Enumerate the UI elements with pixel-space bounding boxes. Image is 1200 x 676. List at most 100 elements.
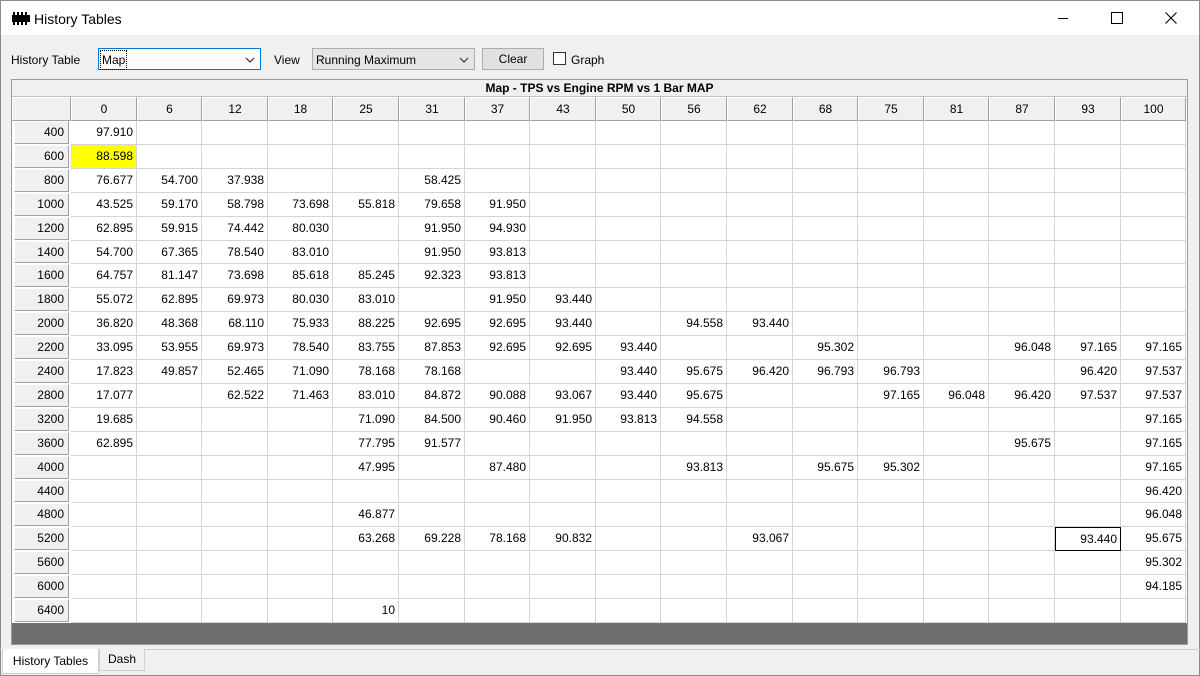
table-cell[interactable]: 95.302 <box>793 336 858 360</box>
table-cell[interactable]: 97.165 <box>1121 432 1186 456</box>
table-cell[interactable] <box>989 217 1055 241</box>
table-cell[interactable] <box>333 575 399 599</box>
table-cell[interactable] <box>530 217 596 241</box>
row-header[interactable]: 400 <box>14 121 69 144</box>
table-cell[interactable] <box>465 145 530 169</box>
table-cell[interactable]: 94.558 <box>661 312 727 336</box>
table-cell[interactable]: 71.090 <box>268 360 333 384</box>
table-cell[interactable] <box>1055 241 1121 264</box>
table-cell[interactable]: 78.540 <box>268 336 333 360</box>
table-cell[interactable] <box>530 145 596 169</box>
table-cell[interactable]: 92.695 <box>465 336 530 360</box>
column-header[interactable]: 25 <box>333 97 399 121</box>
table-cell[interactable] <box>924 336 989 360</box>
table-cell[interactable]: 91.950 <box>530 408 596 432</box>
table-cell[interactable] <box>596 599 661 623</box>
table-cell[interactable] <box>530 264 596 288</box>
table-cell[interactable]: 69.228 <box>399 527 465 551</box>
table-cell[interactable]: 78.168 <box>465 527 530 551</box>
table-cell[interactable] <box>924 312 989 336</box>
table-cell[interactable] <box>465 551 530 575</box>
table-cell[interactable] <box>202 599 268 623</box>
table-cell[interactable] <box>530 121 596 145</box>
table-cell[interactable]: 97.910 <box>71 121 137 145</box>
table-cell[interactable] <box>202 551 268 575</box>
table-cell[interactable]: 91.950 <box>399 217 465 241</box>
table-cell[interactable]: 58.798 <box>202 193 268 217</box>
table-cell[interactable] <box>727 480 793 503</box>
table-cell[interactable]: 55.818 <box>333 193 399 217</box>
table-cell[interactable]: 96.048 <box>989 336 1055 360</box>
table-cell[interactable] <box>793 264 858 288</box>
table-cell[interactable] <box>202 456 268 480</box>
column-header[interactable]: 6 <box>137 97 202 121</box>
table-cell[interactable] <box>596 288 661 312</box>
table-cell[interactable]: 62.895 <box>137 288 202 312</box>
table-cell[interactable] <box>924 456 989 480</box>
table-cell[interactable]: 77.795 <box>333 432 399 456</box>
table-cell[interactable]: 59.915 <box>137 217 202 241</box>
table-cell[interactable] <box>793 384 858 408</box>
table-cell[interactable]: 87.480 <box>465 456 530 480</box>
table-cell[interactable]: 94.185 <box>1121 575 1186 599</box>
table-cell[interactable] <box>924 408 989 432</box>
table-cell[interactable] <box>530 193 596 217</box>
table-cell[interactable] <box>333 121 399 145</box>
table-cell[interactable] <box>268 456 333 480</box>
table-cell[interactable] <box>268 169 333 193</box>
table-cell[interactable] <box>858 145 924 169</box>
table-cell[interactable] <box>727 169 793 193</box>
table-cell[interactable]: 90.460 <box>465 408 530 432</box>
table-cell[interactable] <box>202 527 268 551</box>
table-cell[interactable]: 69.973 <box>202 336 268 360</box>
table-cell[interactable] <box>793 288 858 312</box>
table-cell[interactable]: 97.537 <box>1121 360 1186 384</box>
table-cell[interactable] <box>202 145 268 169</box>
table-cell[interactable] <box>268 432 333 456</box>
table-cell[interactable] <box>530 480 596 503</box>
minimize-button[interactable] <box>1036 1 1090 35</box>
table-cell[interactable] <box>793 527 858 551</box>
table-cell[interactable]: 95.675 <box>661 384 727 408</box>
table-cell[interactable] <box>989 121 1055 145</box>
table-cell[interactable] <box>661 121 727 145</box>
table-cell[interactable] <box>858 527 924 551</box>
table-cell[interactable] <box>924 527 989 551</box>
column-header[interactable]: 87 <box>989 97 1055 121</box>
row-header[interactable]: 800 <box>14 169 69 192</box>
table-cell[interactable]: 96.793 <box>858 360 924 384</box>
table-cell[interactable] <box>1055 312 1121 336</box>
table-cell[interactable]: 58.425 <box>399 169 465 193</box>
table-cell[interactable]: 97.165 <box>1121 336 1186 360</box>
table-cell[interactable]: 19.685 <box>71 408 137 432</box>
table-cell[interactable] <box>727 193 793 217</box>
table-cell[interactable] <box>661 575 727 599</box>
table-cell[interactable] <box>989 456 1055 480</box>
table-cell[interactable]: 71.463 <box>268 384 333 408</box>
table-cell[interactable] <box>399 456 465 480</box>
table-cell[interactable] <box>924 575 989 599</box>
table-cell[interactable] <box>1055 288 1121 312</box>
table-cell[interactable]: 92.695 <box>399 312 465 336</box>
table-cell[interactable]: 96.420 <box>989 384 1055 408</box>
row-header[interactable]: 1400 <box>14 241 69 263</box>
table-cell[interactable] <box>268 145 333 169</box>
table-cell[interactable] <box>924 264 989 288</box>
tab-history-tables[interactable]: History Tables <box>2 649 99 674</box>
table-cell[interactable] <box>333 169 399 193</box>
table-cell[interactable] <box>1055 264 1121 288</box>
table-cell[interactable] <box>465 599 530 623</box>
table-cell[interactable]: 95.675 <box>1121 527 1186 551</box>
table-cell[interactable] <box>661 503 727 527</box>
table-cell[interactable]: 79.658 <box>399 193 465 217</box>
table-cell[interactable] <box>1055 551 1121 575</box>
table-cell[interactable]: 95.675 <box>793 456 858 480</box>
table-cell[interactable]: 52.465 <box>202 360 268 384</box>
table-cell[interactable]: 55.072 <box>71 288 137 312</box>
table-cell[interactable] <box>858 193 924 217</box>
table-cell[interactable] <box>793 480 858 503</box>
table-cell[interactable]: 91.950 <box>399 241 465 264</box>
table-cell[interactable] <box>989 264 1055 288</box>
clear-button[interactable]: Clear <box>482 48 544 70</box>
table-cell[interactable] <box>727 336 793 360</box>
